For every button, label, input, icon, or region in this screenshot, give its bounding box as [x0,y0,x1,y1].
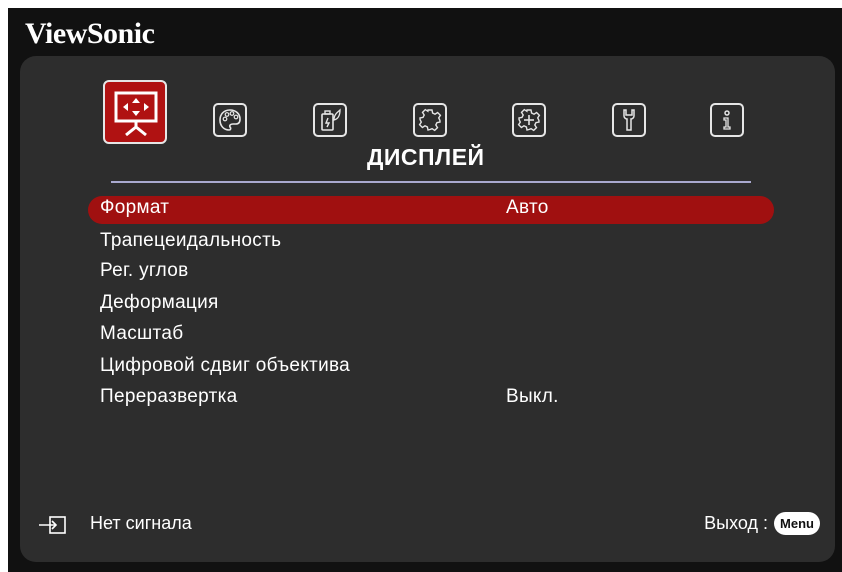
menu-key-button[interactable]: Menu [774,512,820,535]
menu-item-label: Формат [100,197,170,218]
menu-item-label: Цифровой сдвиг объектива [100,355,351,376]
menu-item-label: Масштаб [100,323,184,344]
tab-power-management[interactable] [313,103,347,137]
tab-image-settings[interactable] [213,103,247,137]
image-settings-icon [219,109,241,131]
display-icon [114,91,158,137]
tab-information[interactable] [710,103,744,137]
menu-item-overscan[interactable]: Переразвертка Выкл. [88,385,774,413]
maintenance-icon [623,109,635,131]
power-management-icon [321,108,341,131]
tab-basic-settings[interactable] [413,103,447,137]
menu-item-digital-lens-shift[interactable]: Цифровой сдвиг объектива [88,354,774,382]
menu-item-corner-adjust[interactable]: Рег. углов [88,259,774,287]
menu-item-label: Трапецеидальность [100,230,282,251]
input-source-icon [39,516,66,534]
information-icon [723,110,731,130]
signal-status-text: Нет сигнала [90,513,192,533]
menu-item-warping[interactable]: Деформация [88,291,774,319]
menu-item-value: Авто [506,197,549,218]
tab-advanced-settings[interactable] [512,103,546,137]
osd-screen: ViewSonic ДИСПЛЕЙ Формат Авто Трапецеида… [8,8,842,572]
menu-item-label: Рег. углов [100,260,189,281]
tab-display[interactable] [103,80,167,144]
menu-item-label: Деформация [100,292,219,313]
brand-logo: ViewSonic [25,17,155,50]
menu-item-value: Выкл. [506,386,559,407]
tab-maintenance[interactable] [612,103,646,137]
menu-item-label: Переразвертка [100,386,238,407]
advanced-settings-icon [517,108,541,132]
title-separator [111,181,751,183]
menu-item-keystone[interactable]: Трапецеидальность [88,229,774,257]
exit-label: Выход : [704,513,769,533]
menu-item-zoom[interactable]: Масштаб [88,322,774,350]
menu-item-format[interactable]: Формат Авто [88,196,774,224]
basic-settings-icon [418,108,442,132]
exit-hint: Выход : Menu [704,512,820,535]
active-tab-title: ДИСПЛЕЙ [367,144,485,170]
